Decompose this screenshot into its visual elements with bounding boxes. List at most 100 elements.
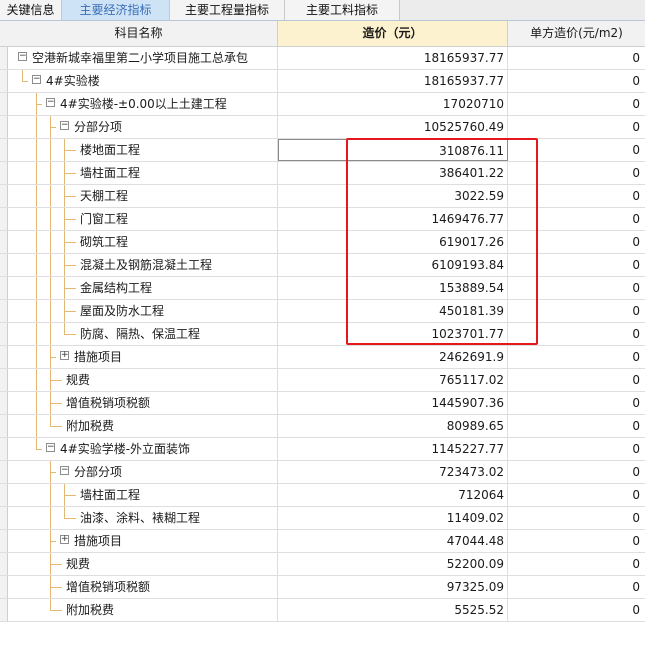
subject-name-cell[interactable]: 附加税费 [8,599,278,621]
expand-icon[interactable]: + [60,351,69,360]
collapse-icon[interactable]: − [18,52,27,61]
tree-connector-line [36,449,42,450]
subject-name-cell[interactable]: 墙柱面工程 [8,162,278,184]
cost-cell[interactable]: 17020710 [278,93,508,115]
table-row[interactable]: 墙柱面工程 712064 0 [0,484,645,507]
table-row[interactable]: 混凝土及钢筋混凝土工程 6109193.84 0 [0,254,645,277]
subject-name-cell[interactable]: 增值税销项税额 [8,576,278,598]
table-row[interactable]: 屋面及防水工程 450181.39 0 [0,300,645,323]
subject-name-cell[interactable]: 规费 [8,369,278,391]
subject-name-cell[interactable]: 混凝土及钢筋混凝土工程 [8,254,278,276]
cost-cell[interactable]: 1145227.77 [278,438,508,460]
subject-name-cell[interactable]: 楼地面工程 [8,139,278,161]
subject-name-cell[interactable]: −4#实验楼 [8,70,278,92]
table-row[interactable]: − 分部分项 10525760.49 0 [0,116,645,139]
table-row[interactable]: −4#实验楼 18165937.77 0 [0,70,645,93]
subject-name-cell[interactable]: 防腐、隔热、保温工程 [8,323,278,345]
cost-cell[interactable]: 723473.02 [278,461,508,483]
cost-cell[interactable]: 712064 [278,484,508,506]
unit-cost-cell[interactable]: 0 [508,93,645,115]
row-gutter [0,369,8,391]
subject-name-cell[interactable]: + 措施项目 [8,530,278,552]
table-row[interactable]: − 分部分项 723473.02 0 [0,461,645,484]
unit-cost-cell[interactable]: 0 [508,415,645,437]
subject-name-cell[interactable]: 砌筑工程 [8,231,278,253]
unit-cost-cell[interactable]: 0 [508,576,645,598]
collapse-icon[interactable]: − [32,75,41,84]
collapse-icon[interactable]: − [60,466,69,475]
unit-cost-cell[interactable]: 0 [508,507,645,529]
cost-cell[interactable]: 80989.65 [278,415,508,437]
table-row[interactable]: 附加税费 5525.52 0 [0,599,645,622]
unit-cost-cell[interactable]: 0 [508,553,645,575]
table-row[interactable]: 附加税费 80989.65 0 [0,415,645,438]
subject-name-cell[interactable]: 规费 [8,553,278,575]
column-header-name[interactable]: 科目名称 [0,21,278,46]
collapse-icon[interactable]: − [46,98,55,107]
cost-cell[interactable]: 2462691.9 [278,346,508,368]
table-row[interactable]: 增值税销项税额 1445907.36 0 [0,392,645,415]
unit-cost-cell[interactable]: 0 [508,530,645,552]
cost-cell[interactable]: 47044.48 [278,530,508,552]
cost-cell[interactable]: 1445907.36 [278,392,508,414]
cost-cell[interactable]: 765117.02 [278,369,508,391]
subject-name-cell[interactable]: − 分部分项 [8,116,278,138]
subject-name-cell[interactable]: + 措施项目 [8,346,278,368]
tab-material-indicators[interactable]: 主要工料指标 [285,0,400,20]
table-row[interactable]: −4#实验学楼-外立面装饰 1145227.77 0 [0,438,645,461]
unit-cost-cell[interactable]: 0 [508,461,645,483]
subject-name-cell[interactable]: 门窗工程 [8,208,278,230]
unit-cost-cell[interactable]: 0 [508,369,645,391]
expand-icon[interactable]: + [60,535,69,544]
cost-cell[interactable]: 5525.52 [278,599,508,621]
subject-name-cell[interactable]: 天棚工程 [8,185,278,207]
cost-cell[interactable]: 11409.02 [278,507,508,529]
subject-name-cell[interactable]: − 空港新城幸福里第二小学项目施工总承包 [8,47,278,69]
table-row[interactable]: 油漆、涂料、裱糊工程 11409.02 0 [0,507,645,530]
table-row[interactable]: 金属结构工程 153889.54 0 [0,277,645,300]
table-row[interactable]: 规费 52200.09 0 [0,553,645,576]
unit-cost-cell[interactable]: 0 [508,599,645,621]
unit-cost-cell[interactable]: 0 [508,484,645,506]
unit-cost-cell[interactable]: 0 [508,392,645,414]
collapse-icon[interactable]: − [60,121,69,130]
cost-cell[interactable]: 97325.09 [278,576,508,598]
collapse-icon[interactable]: − [46,443,55,452]
table-row[interactable]: 墙柱面工程 386401.22 0 [0,162,645,185]
tab-key-info[interactable]: 关键信息 [0,0,62,20]
unit-cost-cell[interactable]: 0 [508,438,645,460]
cost-cell[interactable]: 18165937.77 [278,47,508,69]
tree-connector-line [50,127,56,128]
table-row[interactable]: 规费 765117.02 0 [0,369,645,392]
subject-name-cell[interactable]: 墙柱面工程 [8,484,278,506]
table-row[interactable]: −4#实验楼-±0.00以上土建工程 17020710 0 [0,93,645,116]
subject-name-cell[interactable]: − 分部分项 [8,461,278,483]
subject-name-cell[interactable]: 金属结构工程 [8,277,278,299]
unit-cost-cell[interactable]: 0 [508,47,645,69]
table-row[interactable]: 楼地面工程 310876.11 0 [0,139,645,162]
table-row[interactable]: 砌筑工程 619017.26 0 [0,231,645,254]
unit-cost-cell[interactable]: 0 [508,346,645,368]
table-row[interactable]: + 措施项目 47044.48 0 [0,530,645,553]
table-row[interactable]: 增值税销项税额 97325.09 0 [0,576,645,599]
unit-cost-cell[interactable]: 0 [508,116,645,138]
subject-name-cell[interactable]: 屋面及防水工程 [8,300,278,322]
table-row[interactable]: 天棚工程 3022.59 0 [0,185,645,208]
tab-economic-indicators[interactable]: 主要经济指标 [62,0,170,20]
tab-quantity-indicators[interactable]: 主要工程量指标 [170,0,285,20]
table-row[interactable]: + 措施项目 2462691.9 0 [0,346,645,369]
subject-name-cell[interactable]: −4#实验学楼-外立面装饰 [8,438,278,460]
cost-cell[interactable]: 52200.09 [278,553,508,575]
cost-cell[interactable]: 18165937.77 [278,70,508,92]
subject-name-cell[interactable]: −4#实验楼-±0.00以上土建工程 [8,93,278,115]
table-row[interactable]: 防腐、隔热、保温工程 1023701.77 0 [0,323,645,346]
cost-cell[interactable]: 10525760.49 [278,116,508,138]
table-row[interactable]: − 空港新城幸福里第二小学项目施工总承包 18165937.77 0 [0,47,645,70]
column-header-cost[interactable]: 造价（元） [278,21,508,46]
unit-cost-cell[interactable]: 0 [508,70,645,92]
table-row[interactable]: 门窗工程 1469476.77 0 [0,208,645,231]
column-header-unit-cost[interactable]: 单方造价(元/m2) [508,21,645,46]
subject-name-cell[interactable]: 附加税费 [8,415,278,437]
subject-name-cell[interactable]: 油漆、涂料、裱糊工程 [8,507,278,529]
subject-name-cell[interactable]: 增值税销项税额 [8,392,278,414]
